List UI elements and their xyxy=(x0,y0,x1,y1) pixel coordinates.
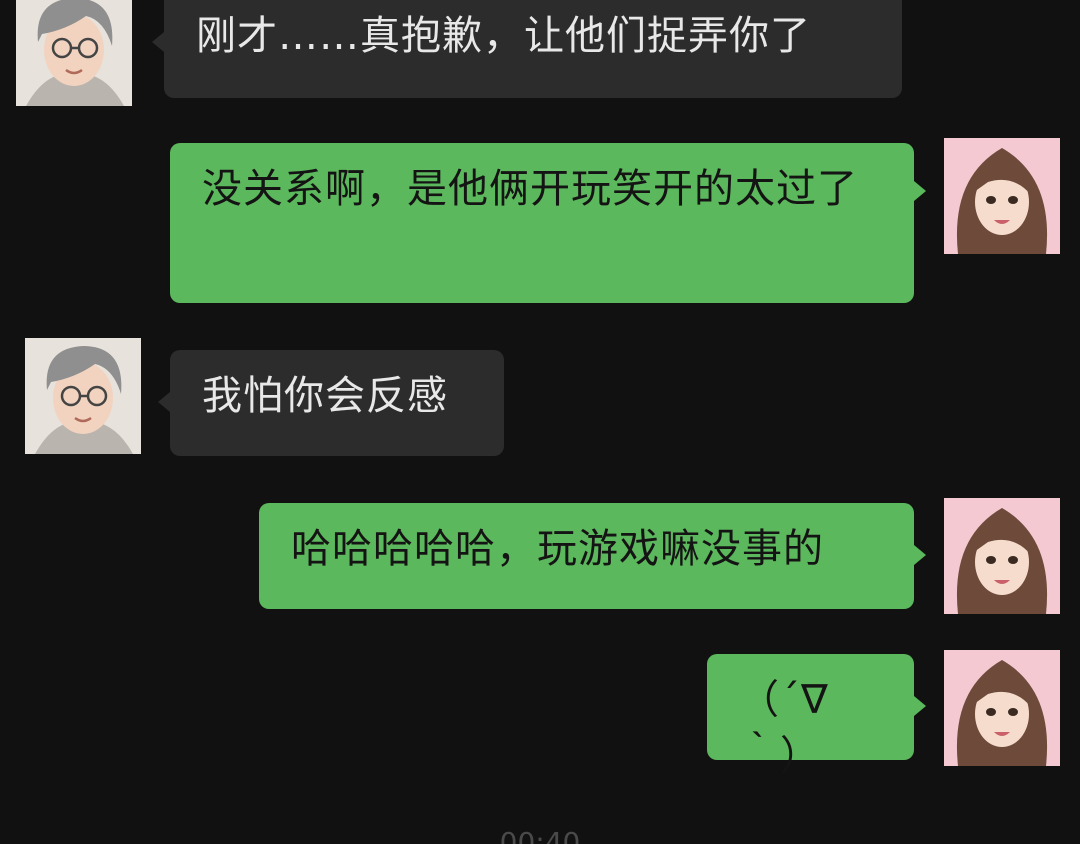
message-bubble-sent[interactable]: 没关系啊，是他俩开玩笑开的太过了 xyxy=(170,143,926,303)
male-avatar-icon xyxy=(25,338,141,454)
male-avatar[interactable] xyxy=(16,0,132,106)
timestamp: 00:40 xyxy=(499,826,581,844)
message-text: 我怕你会反感 xyxy=(202,373,448,419)
message-text: （´∇｀） xyxy=(739,677,829,779)
message-text: 没关系啊，是他俩开玩笑开的太过了 xyxy=(202,166,858,212)
female-avatar-icon xyxy=(944,138,1060,254)
female-avatar-icon xyxy=(944,650,1060,766)
female-avatar-icon xyxy=(944,498,1060,614)
female-avatar[interactable] xyxy=(944,138,1060,254)
male-avatar[interactable] xyxy=(25,338,141,454)
message-text: 刚才……真抱歉，让他们捉弄你了 xyxy=(196,13,811,59)
message-bubble-received[interactable]: 刚才……真抱歉，让他们捉弄你了 xyxy=(152,0,902,98)
message-bubble-sent[interactable]: 哈哈哈哈哈，玩游戏嘛没事的 xyxy=(259,503,926,609)
chat-window: 刚才……真抱歉，让他们捉弄你了 没关系啊，是他俩开玩笑开的太过了 我怕你会反感 … xyxy=(0,0,1080,844)
message-bubble-sent[interactable]: （´∇｀） xyxy=(707,654,926,779)
female-avatar[interactable] xyxy=(944,650,1060,766)
male-avatar-icon xyxy=(16,0,132,106)
message-bubble-received[interactable]: 我怕你会反感 xyxy=(158,350,504,456)
female-avatar[interactable] xyxy=(944,498,1060,614)
message-text: 哈哈哈哈哈，玩游戏嘛没事的 xyxy=(291,526,824,572)
